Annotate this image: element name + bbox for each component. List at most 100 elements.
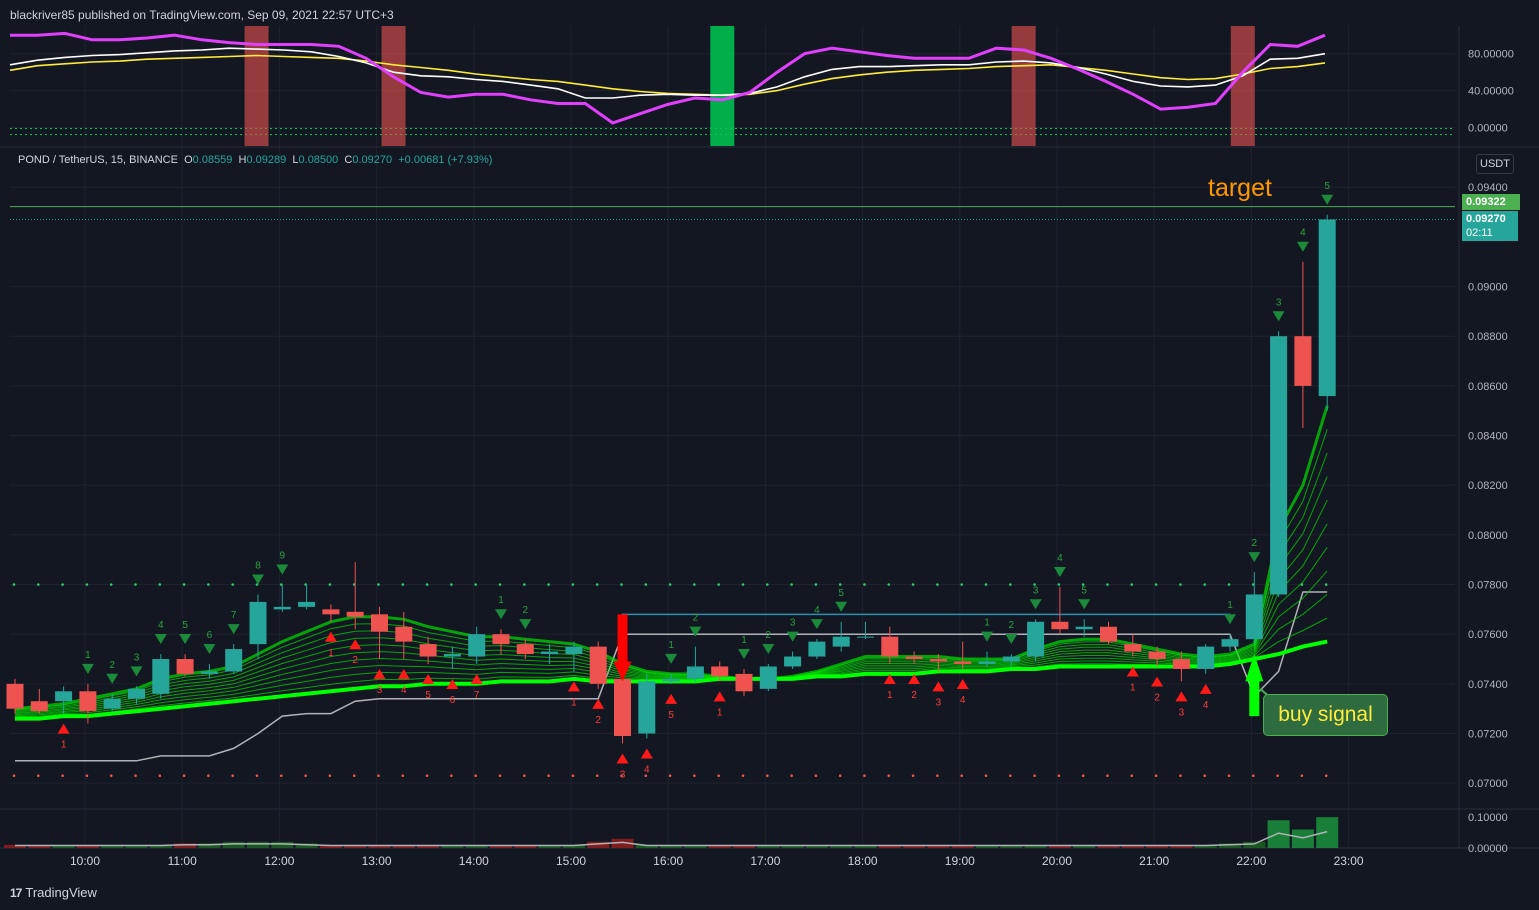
legend-open: 0.08559	[192, 154, 233, 166]
tradingview-logo[interactable]: 17 TradingView	[10, 885, 97, 900]
sell-setup-count: 4	[814, 605, 820, 616]
sell-setup-count: 6	[207, 630, 213, 641]
sell-setup-count: 4	[1057, 553, 1063, 564]
buy-setup-marker	[713, 691, 726, 702]
sell-setup-count: 2	[1252, 538, 1258, 549]
time-tick-label: 18:00	[848, 854, 878, 868]
candle-body	[784, 656, 802, 667]
resistance-dot	[741, 583, 745, 586]
support-dot	[814, 774, 818, 778]
candle-body	[1318, 219, 1336, 397]
sell-setup-count: 2	[1009, 620, 1015, 631]
sell-setup-marker	[1248, 552, 1261, 563]
buy-setup-count: 4	[401, 685, 407, 696]
buy-setup-count: 1	[887, 690, 893, 701]
currency-unit-button[interactable]: USDT	[1476, 154, 1514, 174]
resistance-dot	[523, 583, 526, 586]
buy-setup-count: 3	[377, 685, 383, 696]
time-tick-label: 16:00	[653, 854, 683, 868]
sell-setup-count: 8	[255, 560, 261, 571]
time-tick-label: 10:00	[70, 854, 100, 868]
price-tick-label: 0.09000	[1468, 282, 1508, 294]
candle-body	[1148, 651, 1166, 660]
sell-setup-marker	[495, 609, 507, 620]
support-dot	[1227, 774, 1231, 778]
support-dot	[1203, 774, 1206, 778]
sell-setup-count: 4	[158, 620, 164, 631]
candle-body	[516, 644, 534, 655]
price-tick-label: 0.09400	[1468, 182, 1508, 194]
buy-setup-marker	[349, 639, 362, 650]
support-dot	[1179, 774, 1182, 778]
candle-body	[735, 673, 753, 692]
candle-body	[322, 609, 340, 615]
sell-setup-marker	[203, 643, 216, 654]
bar-countdown: 02:11	[1466, 227, 1493, 239]
buy-signal-annotation: buy signal	[1263, 694, 1388, 736]
volume-bar	[1291, 829, 1314, 848]
price-tick-label: 0.07400	[1468, 679, 1508, 691]
sell-setup-count: 1	[498, 595, 504, 606]
resistance-dot	[1154, 583, 1158, 586]
resistance-dot	[207, 583, 210, 586]
candle-body	[1100, 626, 1117, 642]
resistance-dot	[814, 583, 818, 586]
sell-setup-count: 4	[1300, 228, 1306, 239]
support-dot	[328, 774, 332, 778]
chart-canvas[interactable]: 10:00 11:00 12:00 13:00 14:00 15:00 16:00 17:00…	[0, 0, 1539, 910]
volume-bar	[222, 841, 245, 848]
support-dot	[109, 774, 113, 778]
support-dot	[863, 774, 866, 778]
candle-body	[1172, 659, 1190, 669]
resistance-dot	[134, 583, 137, 586]
resistance-dot	[1057, 583, 1061, 586]
sell-setup-marker	[227, 624, 240, 635]
candle-body	[79, 691, 97, 712]
support-dot	[1033, 774, 1036, 778]
buy-setup-marker	[57, 723, 70, 734]
candle-body	[954, 661, 972, 664]
resistance-dot	[644, 583, 648, 586]
candle-body	[1221, 639, 1239, 647]
support-dot	[887, 774, 891, 778]
candle-body	[929, 659, 947, 662]
resistance-dot	[1179, 583, 1182, 586]
support-dot	[158, 774, 162, 778]
buy-setup-count: 6	[450, 695, 456, 706]
resistance-dot	[1106, 583, 1109, 586]
buy-setup-count: 1	[328, 648, 334, 659]
support-dot	[1276, 774, 1279, 778]
resistance-dot	[231, 583, 234, 586]
candle-body	[249, 601, 267, 645]
osc-signal-band	[1230, 26, 1255, 146]
buy-setup-marker	[567, 681, 580, 692]
sell-setup-marker	[1224, 614, 1236, 625]
support-dot	[693, 774, 696, 778]
resistance-dot	[182, 583, 186, 586]
support-dot	[255, 774, 259, 778]
volume-bar	[1316, 817, 1339, 848]
volume-bar	[1243, 841, 1266, 848]
support-dot	[474, 774, 478, 778]
resistance-dot	[838, 583, 842, 586]
resistance-dot	[620, 583, 623, 586]
candle-body	[468, 634, 486, 657]
candle-body	[298, 601, 316, 607]
support-dot	[207, 774, 210, 778]
resistance-dot	[693, 583, 696, 586]
tradingview-brand: TradingView	[25, 885, 97, 900]
candle-body	[1270, 336, 1288, 595]
sell-setup-marker	[762, 643, 775, 654]
resistance-dot	[498, 583, 502, 586]
support-dot	[352, 774, 356, 778]
support-dot	[936, 774, 939, 778]
support-dot	[1252, 774, 1255, 778]
sell-setup-count: 5	[182, 620, 188, 631]
sell-setup-marker	[738, 648, 750, 659]
symbol-legend: POND / TetherUS, 15, BINANCE O0.08559 H0…	[18, 154, 492, 166]
osc-signal-band	[381, 26, 406, 146]
sell-setup-count: 1	[1227, 600, 1233, 611]
resistance-dot	[377, 583, 380, 586]
candle-body	[541, 651, 559, 655]
sell-setup-marker	[1321, 194, 1334, 205]
